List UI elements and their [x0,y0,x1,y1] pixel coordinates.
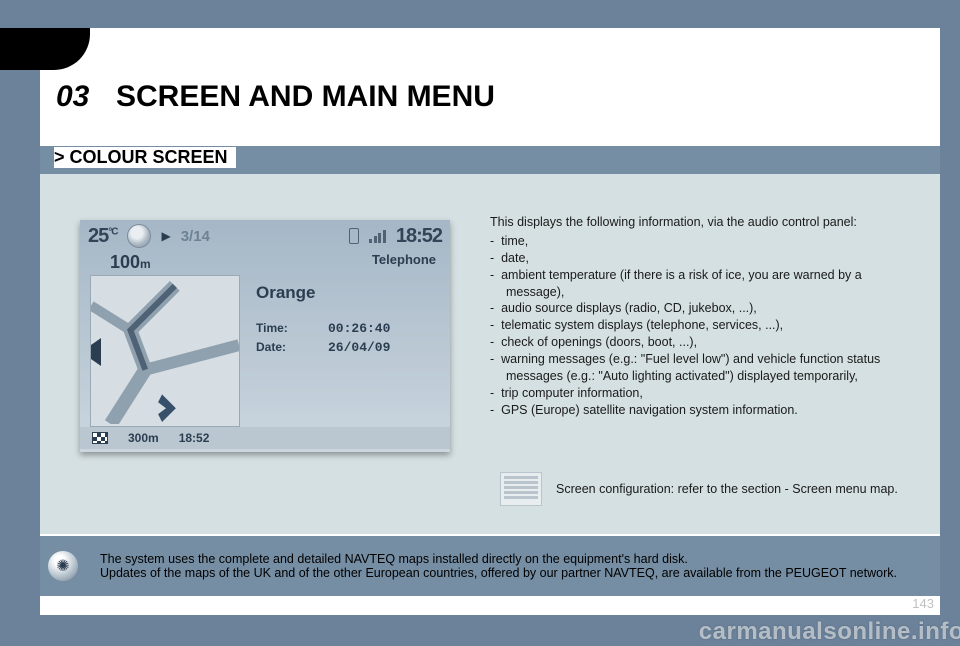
colour-screen-illustration: 25°C ▶ 3/14 18:52 100m Telephone [80,220,450,452]
list-item: telematic system displays (telephone, se… [490,317,920,334]
date-value: 26/04/09 [328,340,390,355]
screen-body: Orange Time: 00:26:40 Date: 26/04/09 [80,275,450,427]
menu-map-thumbnail-icon [500,472,542,506]
footer-tip-line2: Updates of the maps of the UK and of the… [100,566,897,580]
list-item: check of openings (doors, boot, ...), [490,334,920,351]
turn-distance-unit: m [140,257,151,271]
list-item: trip computer information, [490,385,920,402]
watermark: carmanualsonline.info [699,618,960,646]
list-item: date, [490,250,920,267]
carrier-name: Orange [256,283,438,303]
screen-info-panel: Orange Time: 00:26:40 Date: 26/04/09 [240,275,450,427]
turn-distance-value: 100 [110,252,140,272]
time-label: Time: [256,321,328,336]
config-note-text: Screen configuration: refer to the secti… [556,482,898,496]
temperature-unit: °C [108,226,117,237]
call-time-row: Time: 00:26:40 [256,321,438,336]
destination-flag-icon [92,432,108,444]
temperature-value: 25 [88,225,108,247]
list-item: GPS (Europe) satellite navigation system… [490,402,920,419]
description-list: time, date, ambient temperature (if ther… [490,233,920,419]
screen-status-bar: 25°C ▶ 3/14 18:52 [80,220,450,252]
map-thumbnail [90,275,240,427]
chapter-tab-notch [0,28,90,70]
list-item: ambient temperature (if there is a risk … [490,267,920,301]
play-icon: ▶ [161,229,170,243]
screen-config-note: Screen configuration: refer to the secti… [500,472,920,506]
footer-tip-band: ✺ The system uses the complete and detai… [40,536,940,596]
info-bulb-icon: ✺ [48,551,78,581]
signal-bars-icon [369,229,386,243]
section-heading: > COLOUR SCREEN [54,147,236,168]
chapter-title: SCREEN AND MAIN MENU [116,80,495,114]
footer-tip-line1: The system uses the complete and detaile… [100,552,897,566]
clock-readout: 18:52 [396,225,442,248]
temperature-readout: 25°C [88,225,117,248]
list-item: audio source displays (radio, CD, jukebo… [490,300,920,317]
eta-distance: 300m [128,431,159,445]
phone-icon [349,228,359,244]
time-value: 00:26:40 [328,321,390,336]
turn-distance: 100m [110,252,151,273]
list-item: warning messages (e.g.: "Fuel level low"… [490,351,920,385]
list-item: time, [490,233,920,250]
date-label: Date: [256,340,328,355]
content-pane: 25°C ▶ 3/14 18:52 100m Telephone [40,174,940,534]
chapter-number: 03 [56,80,89,114]
footer-tip-text: The system uses the complete and detaile… [100,552,897,580]
description-intro: This displays the following information,… [490,214,920,231]
telephone-label: Telephone [372,252,436,273]
screen-description: This displays the following information,… [490,214,920,419]
map-roads-icon [91,276,239,424]
page-number: 143 [912,596,934,611]
call-date-row: Date: 26/04/09 [256,340,438,355]
cd-disc-icon [127,224,151,248]
screen-footer-bar: 300m 18:52 [80,427,450,449]
manual-page: 03 SCREEN AND MAIN MENU > COLOUR SCREEN … [40,28,940,615]
screen-subheader: 100m Telephone [80,252,450,275]
track-counter: 3/14 [181,228,340,245]
turn-left-arrow-icon [90,338,101,366]
eta-time: 18:52 [179,431,210,445]
